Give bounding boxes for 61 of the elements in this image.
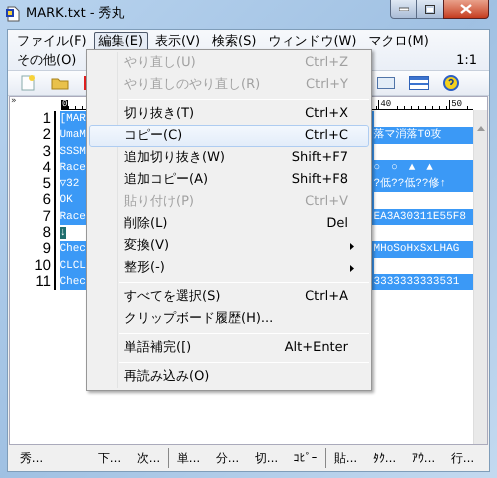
function-key[interactable]: 次... xyxy=(136,451,160,465)
menu-option[interactable]: 切り抜き(T) Ctrl+X xyxy=(89,103,369,125)
close-icon xyxy=(460,4,472,14)
function-key[interactable]: ｱｳ... xyxy=(412,451,436,465)
menu-item[interactable]: 検索(S) xyxy=(207,32,262,50)
close-button[interactable] xyxy=(443,0,489,19)
menu-item[interactable]: ファイル(F) xyxy=(12,32,92,50)
ruler-label: 40 xyxy=(378,100,392,109)
maximize-button[interactable] xyxy=(417,0,443,19)
menu-item[interactable]: マクロ(M) xyxy=(363,32,434,50)
minimize-button[interactable] xyxy=(390,0,417,19)
menu-option[interactable]: 単語補完([) Alt+Enter xyxy=(89,337,369,359)
menu-option[interactable]: すべてを選択(S) Ctrl+A xyxy=(89,286,369,308)
line-number: 2 xyxy=(42,127,52,144)
menu-option[interactable]: コピー(C) Ctrl+C xyxy=(89,125,369,147)
document-icon xyxy=(6,6,20,22)
line-number: 10 xyxy=(33,258,52,274)
line-number: 11 xyxy=(34,274,52,290)
line-number: 3 xyxy=(42,144,52,160)
line-number: 7 xyxy=(42,208,52,226)
line-number: 5 xyxy=(42,176,52,192)
scrollbar[interactable] xyxy=(473,110,487,444)
menu-option[interactable]: 再読み込み(O) xyxy=(89,366,369,388)
menu-option[interactable]: 追加コピー(A) Shift+F8 xyxy=(89,169,369,191)
function-key[interactable]: 行... xyxy=(450,451,474,465)
help-icon[interactable] xyxy=(443,75,459,91)
maximize-icon xyxy=(425,4,435,14)
scroll-up-icon[interactable] xyxy=(476,126,484,131)
function-key[interactable]: ﾀｸ... xyxy=(372,451,396,465)
window-title: MARK.txt - 秀丸 xyxy=(26,6,125,22)
function-key[interactable]: 単... xyxy=(176,451,200,465)
menu-item[interactable]: その他(O) xyxy=(12,51,82,70)
menu-option[interactable]: 削除(L) Del xyxy=(89,213,369,235)
submenu-arrow-icon xyxy=(350,242,354,250)
function-key[interactable]: ｺﾋﾟｰ xyxy=(294,451,318,465)
menu-item[interactable]: ウィンドウ(W) xyxy=(263,32,362,50)
line-number: 6 xyxy=(42,192,52,209)
function-key[interactable]: 下... xyxy=(98,451,122,465)
menu-option[interactable]: クリップボード履歴(H)... xyxy=(89,308,369,330)
minimize-icon xyxy=(398,7,408,11)
menu-option[interactable]: 変換(V) xyxy=(89,235,369,257)
line-number: 8 xyxy=(42,225,52,242)
new-file-icon[interactable] xyxy=(20,75,36,91)
ruler-marker: » xyxy=(10,97,18,106)
function-key[interactable]: 貼... xyxy=(334,451,358,465)
ruler-label: 50 xyxy=(449,100,464,109)
line-number: 9 xyxy=(42,241,52,258)
submenu-arrow-icon xyxy=(350,264,354,272)
menu-item[interactable]: 編集(E) xyxy=(94,32,148,50)
line-number: 4 xyxy=(42,160,52,176)
window-icon[interactable] xyxy=(409,76,429,90)
folder-icon[interactable] xyxy=(51,76,69,90)
ruler-label: 0 xyxy=(61,100,68,109)
menu-item[interactable]: 表示(V) xyxy=(150,32,206,50)
function-key[interactable]: 分... xyxy=(216,451,240,465)
menu-option[interactable]: 整形(-) xyxy=(89,257,369,279)
function-key[interactable]: 切... xyxy=(254,451,278,465)
line-number: 1 xyxy=(42,111,52,128)
function-key[interactable]: 秀... xyxy=(20,451,44,465)
menu-option[interactable]: 追加切り抜き(W) Shift+F7 xyxy=(89,147,369,169)
cursor-position: 1:1 xyxy=(456,52,477,70)
